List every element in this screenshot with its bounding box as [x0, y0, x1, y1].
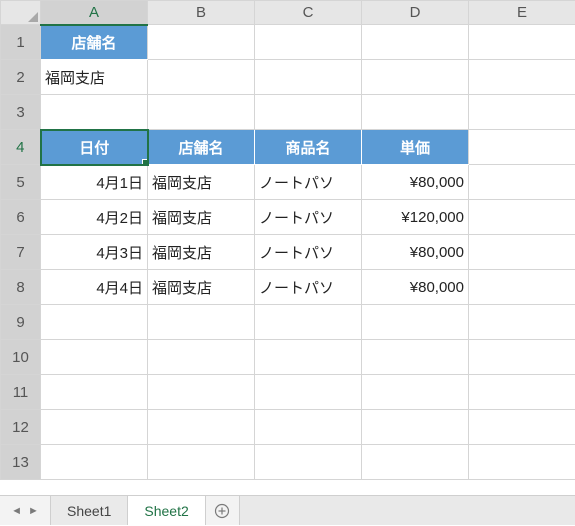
- cell-B2[interactable]: [148, 60, 255, 95]
- cell-C5[interactable]: ノートパソ: [255, 165, 362, 200]
- row-header-9[interactable]: 9: [1, 305, 41, 340]
- sheet-nav-buttons[interactable]: ◄ ►: [0, 496, 50, 525]
- cell-E11[interactable]: [469, 375, 575, 410]
- cell-C10[interactable]: [255, 340, 362, 375]
- cell-D11[interactable]: [362, 375, 469, 410]
- cell-A3[interactable]: [41, 95, 148, 130]
- cell-B7[interactable]: 福岡支店: [148, 235, 255, 270]
- cell-A13[interactable]: [41, 445, 148, 480]
- cell-D12[interactable]: [362, 410, 469, 445]
- tabbar-spacer: [240, 496, 575, 525]
- cell-C8[interactable]: ノートパソ: [255, 270, 362, 305]
- cell-A1[interactable]: 店舗名: [41, 25, 148, 60]
- cell-B9[interactable]: [148, 305, 255, 340]
- cell-A9[interactable]: [41, 305, 148, 340]
- cell-A4[interactable]: 日付: [41, 130, 148, 165]
- cell-B5[interactable]: 福岡支店: [148, 165, 255, 200]
- cell-B12[interactable]: [148, 410, 255, 445]
- cell-C2[interactable]: [255, 60, 362, 95]
- cell-E6[interactable]: [469, 200, 575, 235]
- cell-E3[interactable]: [469, 95, 575, 130]
- row-header-13[interactable]: 13: [1, 445, 41, 480]
- cell-C3[interactable]: [255, 95, 362, 130]
- plus-circle-icon: [214, 503, 230, 519]
- cell-B11[interactable]: [148, 375, 255, 410]
- cell-C9[interactable]: [255, 305, 362, 340]
- row-header-5[interactable]: 5: [1, 165, 41, 200]
- cell-A12[interactable]: [41, 410, 148, 445]
- cell-D7[interactable]: ¥80,000: [362, 235, 469, 270]
- cell-E4[interactable]: [469, 130, 575, 165]
- col-header-A[interactable]: A: [41, 1, 148, 25]
- cell-B13[interactable]: [148, 445, 255, 480]
- row-header-4[interactable]: 4: [1, 130, 41, 165]
- cell-E8[interactable]: [469, 270, 575, 305]
- row-header-1[interactable]: 1: [1, 25, 41, 60]
- sheet-tab-1[interactable]: Sheet1: [50, 496, 128, 525]
- cell-E2[interactable]: [469, 60, 575, 95]
- triangle-left-icon[interactable]: ◄: [11, 505, 22, 517]
- cell-C11[interactable]: [255, 375, 362, 410]
- cell-E9[interactable]: [469, 305, 575, 340]
- sheet-tab-2[interactable]: Sheet2: [128, 496, 205, 525]
- col-header-B[interactable]: B: [148, 1, 255, 25]
- row-header-11[interactable]: 11: [1, 375, 41, 410]
- cell-A2[interactable]: 福岡支店: [41, 60, 148, 95]
- cell-C1[interactable]: [255, 25, 362, 60]
- col-header-D[interactable]: D: [362, 1, 469, 25]
- cell-C7[interactable]: ノートパソ: [255, 235, 362, 270]
- col-header-E[interactable]: E: [469, 1, 575, 25]
- cell-E12[interactable]: [469, 410, 575, 445]
- cell-A5[interactable]: 4月1日: [41, 165, 148, 200]
- sheet-tab-bar: ◄ ► Sheet1 Sheet2: [0, 495, 575, 525]
- select-all-corner[interactable]: [1, 1, 41, 25]
- cell-A11[interactable]: [41, 375, 148, 410]
- cell-D1[interactable]: [362, 25, 469, 60]
- cell-D8[interactable]: ¥80,000: [362, 270, 469, 305]
- row-header-8[interactable]: 8: [1, 270, 41, 305]
- cell-E5[interactable]: [469, 165, 575, 200]
- row-header-2[interactable]: 2: [1, 60, 41, 95]
- cell-B6[interactable]: 福岡支店: [148, 200, 255, 235]
- spreadsheet-grid[interactable]: A B C D E 1 店舗名 2 福岡支店 3 4 日付 店舗名 商品名 単価: [0, 0, 575, 480]
- cell-B10[interactable]: [148, 340, 255, 375]
- cell-D6[interactable]: ¥120,000: [362, 200, 469, 235]
- cell-C12[interactable]: [255, 410, 362, 445]
- cell-C4[interactable]: 商品名: [255, 130, 362, 165]
- row-header-10[interactable]: 10: [1, 340, 41, 375]
- cell-C13[interactable]: [255, 445, 362, 480]
- cell-D3[interactable]: [362, 95, 469, 130]
- cell-B8[interactable]: 福岡支店: [148, 270, 255, 305]
- cell-B1[interactable]: [148, 25, 255, 60]
- row-header-6[interactable]: 6: [1, 200, 41, 235]
- row-header-12[interactable]: 12: [1, 410, 41, 445]
- cell-D2[interactable]: [362, 60, 469, 95]
- row-header-7[interactable]: 7: [1, 235, 41, 270]
- cell-D5[interactable]: ¥80,000: [362, 165, 469, 200]
- cell-A6[interactable]: 4月2日: [41, 200, 148, 235]
- cell-D9[interactable]: [362, 305, 469, 340]
- cell-D10[interactable]: [362, 340, 469, 375]
- new-sheet-button[interactable]: [206, 496, 240, 525]
- column-header-row: A B C D E: [1, 1, 575, 25]
- cell-E10[interactable]: [469, 340, 575, 375]
- triangle-right-icon[interactable]: ►: [28, 505, 39, 517]
- cell-A10[interactable]: [41, 340, 148, 375]
- cell-B3[interactable]: [148, 95, 255, 130]
- col-header-C[interactable]: C: [255, 1, 362, 25]
- cell-D4[interactable]: 単価: [362, 130, 469, 165]
- cell-E1[interactable]: [469, 25, 575, 60]
- cell-B4[interactable]: 店舗名: [148, 130, 255, 165]
- cell-A8[interactable]: 4月4日: [41, 270, 148, 305]
- cell-D13[interactable]: [362, 445, 469, 480]
- cell-A7[interactable]: 4月3日: [41, 235, 148, 270]
- row-header-3[interactable]: 3: [1, 95, 41, 130]
- cell-E7[interactable]: [469, 235, 575, 270]
- cell-C6[interactable]: ノートパソ: [255, 200, 362, 235]
- cell-E13[interactable]: [469, 445, 575, 480]
